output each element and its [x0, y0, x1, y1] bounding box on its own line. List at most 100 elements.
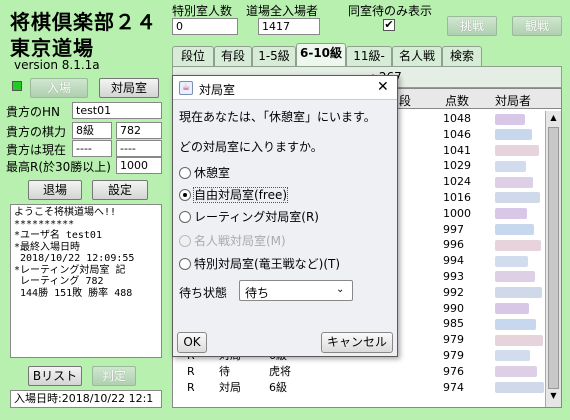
watch-button[interactable]: 観戦	[512, 16, 562, 36]
row-opponent-obscured	[495, 111, 525, 127]
message-area[interactable]: ようこそ将棋道場へ!! ********** *ユーザ名 test01 *最終入…	[10, 204, 162, 358]
row-opponent-obscured	[495, 285, 542, 301]
radio-selected-icon[interactable]	[179, 188, 191, 201]
dialog-message-2: どの対局室に入りますか。	[179, 140, 323, 154]
row-opponent-obscured	[495, 206, 527, 222]
entry-time-field: 入場日時:2018/10/22 12:1	[10, 390, 162, 408]
row-score: 976	[443, 364, 464, 378]
row-score: 979	[443, 333, 464, 347]
row-rank: 6級	[269, 380, 287, 394]
row-opponent-obscured	[495, 253, 528, 269]
row-status: 対局	[219, 380, 241, 394]
settings-button[interactable]: 設定	[92, 180, 148, 200]
radio-icon[interactable]	[179, 257, 191, 270]
ok-button[interactable]: OK	[177, 332, 207, 353]
row-opponent-obscured	[495, 269, 535, 285]
status-indicator	[12, 81, 22, 91]
scroll-thumb[interactable]	[548, 127, 559, 389]
row-opponent-obscured	[495, 158, 526, 174]
wait-only-checkbox[interactable]: ✔	[383, 19, 395, 31]
room-select-dialog: ☕ 対局室 ✕ 現在あなたは、「休憩室」にいます。 どの対局室に入りますか。 休…	[172, 75, 398, 357]
max-rating-field: 1000	[116, 157, 162, 174]
tab-search[interactable]: 検索	[442, 46, 482, 66]
current-label: 貴方は現在	[6, 143, 67, 157]
row-opponent-obscured	[495, 237, 541, 253]
scroll-up-icon[interactable]: ▲	[548, 113, 559, 125]
close-icon[interactable]: ✕	[377, 79, 389, 95]
row-score: 979	[443, 348, 464, 362]
option-free-room[interactable]: 自由対局室(free)	[179, 186, 289, 203]
table-row[interactable]: R 待 虎将 976	[173, 364, 545, 380]
current-field-2: ----	[116, 140, 162, 157]
row-score: 994	[443, 254, 464, 268]
row-score: 1041	[443, 143, 471, 157]
tab-6-10-kyu[interactable]: 6-10級	[296, 43, 346, 66]
option-rest-room[interactable]: 休憩室	[179, 164, 230, 181]
row-rank: 虎将	[269, 364, 291, 378]
tab-dan-rank[interactable]: 段位	[172, 46, 214, 66]
row-opponent-obscured	[495, 348, 530, 364]
challenge-button[interactable]: 挑戦	[447, 16, 497, 36]
wait-state-select[interactable]: 待ち ⌄	[239, 280, 353, 301]
row-opponent-obscured	[495, 190, 540, 206]
tab-yudan[interactable]: 有段	[214, 46, 252, 66]
row-score: 1000	[443, 206, 471, 220]
row-opponent-obscured	[495, 222, 534, 238]
col-opponent-header: 対局者	[495, 94, 532, 108]
radio-disabled-icon	[179, 234, 191, 247]
row-score: 1016	[443, 190, 471, 204]
tab-meijinsen[interactable]: 名人戦	[392, 46, 442, 66]
radio-icon[interactable]	[179, 166, 191, 179]
rating-field: 782	[116, 122, 162, 139]
row-score: 996	[443, 238, 464, 252]
tab-1-5-kyu[interactable]: 1-5級	[252, 46, 296, 66]
rank-field: 8級	[72, 122, 112, 139]
row-opponent-obscured	[495, 143, 539, 159]
table-scrollbar[interactable]: ▲ ▼	[545, 111, 561, 407]
option-special-room[interactable]: 特別対局室(竜王戦など)(T)	[179, 255, 340, 272]
hn-label: 貴方のHN	[6, 105, 61, 119]
row-opponent-obscured	[495, 364, 537, 380]
wait-state-value: 待ち	[245, 286, 270, 300]
total-count-field: 1417	[258, 18, 320, 35]
row-score: 1024	[443, 175, 471, 189]
scroll-down-icon[interactable]: ▼	[548, 391, 559, 403]
row-opponent-obscured	[495, 174, 533, 190]
java-icon: ☕	[179, 81, 193, 95]
table-row[interactable]: R 対局 6級 974	[173, 380, 545, 396]
wait-only-label: 同室待のみ表示	[348, 4, 433, 18]
current-field-1: ----	[72, 140, 112, 157]
wait-state-label: 待ち状態	[179, 286, 228, 300]
row-score: 1046	[443, 127, 471, 141]
room-button[interactable]: 対局室	[99, 78, 159, 98]
special-count-field: 0	[172, 18, 238, 35]
row-status: 待	[219, 364, 230, 378]
row-opponent-obscured	[495, 332, 543, 348]
row-score: 985	[443, 317, 464, 331]
row-opponent-obscured	[495, 380, 544, 396]
row-score: 997	[443, 222, 464, 236]
row-opponent-obscured	[495, 127, 532, 143]
chevron-down-icon[interactable]: ⌄	[336, 284, 344, 295]
row-room-type: R	[187, 380, 195, 394]
row-score: 974	[443, 380, 464, 394]
option-rating-room[interactable]: レーティング対局室(R)	[179, 208, 319, 225]
row-score: 992	[443, 285, 464, 299]
blist-button[interactable]: Bリスト	[28, 366, 82, 386]
row-opponent-obscured	[495, 316, 536, 332]
total-count-label: 道場全入場者	[246, 4, 319, 18]
dialog-title: 対局室	[199, 83, 236, 97]
tab-11-kyu[interactable]: 11級-	[346, 46, 392, 66]
rank-label: 貴方の棋力	[6, 125, 67, 139]
row-score: 993	[443, 269, 464, 283]
special-count-label: 特別室人数	[172, 4, 233, 18]
judge-button[interactable]: 判定	[92, 366, 136, 386]
enter-button[interactable]: 入場	[30, 78, 88, 98]
radio-icon[interactable]	[179, 210, 191, 223]
dialog-message-1: 現在あなたは、「休憩室」にいます。	[179, 110, 376, 124]
col-dan-header: 段	[399, 94, 412, 108]
cancel-button[interactable]: キャンセル	[321, 332, 393, 353]
app-version: version 8.1.1a	[14, 58, 100, 72]
exit-button[interactable]: 退場	[28, 180, 82, 200]
row-score: 1048	[443, 112, 471, 125]
